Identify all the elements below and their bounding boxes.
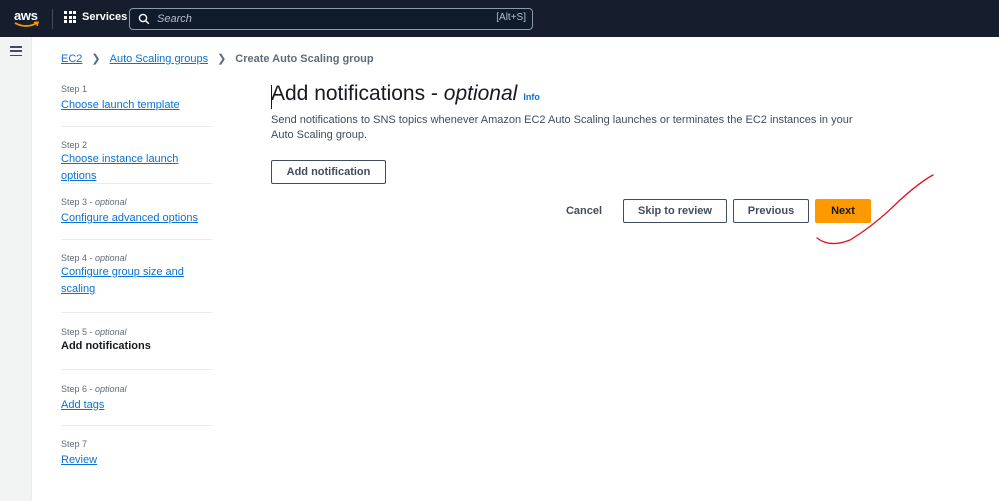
wizard-steps: Step 1 Choose launch template Step 2 Cho… — [61, 84, 212, 469]
services-label: Services — [82, 11, 128, 23]
step-7: Step 7 Review — [61, 426, 212, 469]
cancel-button[interactable]: Cancel — [557, 199, 611, 223]
search-box[interactable]: [Alt+S] — [129, 8, 533, 30]
step-label: Step 3 - optional — [61, 197, 127, 207]
search-shortcut-hint: [Alt+S] — [496, 12, 526, 23]
step-current-add-notifications: Add notifications — [61, 340, 151, 352]
step-2: Step 2 Choose instance launch options — [61, 127, 212, 184]
breadcrumb-auto-scaling-groups[interactable]: Auto Scaling groups — [110, 53, 208, 65]
skip-to-review-button[interactable]: Skip to review — [623, 199, 727, 223]
page-description: Send notifications to SNS topics wheneve… — [271, 114, 853, 141]
step-label: Step 6 - optional — [61, 384, 127, 394]
step-link-choose-launch-template[interactable]: Choose launch template — [61, 97, 180, 114]
step-label: Step 1 — [61, 84, 88, 94]
step-4: Step 4 - optional Configure group size a… — [61, 240, 212, 313]
chevron-right-icon: ❯ — [217, 53, 227, 65]
nav-divider — [52, 9, 53, 29]
aws-logo[interactable]: aws — [14, 7, 40, 29]
step-label: Step 7 — [61, 439, 88, 449]
services-menu-button[interactable]: Services — [64, 11, 127, 23]
menu-icon[interactable] — [10, 46, 22, 56]
step-5-current: Step 5 - optional Add notifications — [61, 313, 212, 370]
side-rail — [0, 37, 32, 501]
page-title: Add notifications - optional — [271, 82, 518, 105]
step-label: Step 2 — [61, 140, 88, 150]
step-label: Step 5 - optional — [61, 327, 127, 337]
step-link-review[interactable]: Review — [61, 452, 97, 469]
breadcrumb-current: Create Auto Scaling group — [235, 52, 374, 65]
grid-icon — [64, 11, 76, 23]
search-input[interactable] — [157, 11, 457, 27]
chevron-right-icon: ❯ — [91, 53, 101, 65]
step-3: Step 3 - optional Configure advanced opt… — [61, 184, 212, 240]
breadcrumb: EC2 ❯ Auto Scaling groups ❯ Create Auto … — [61, 52, 374, 66]
step-1: Step 1 Choose launch template — [61, 84, 212, 127]
search-icon — [138, 13, 150, 25]
step-link-add-tags[interactable]: Add tags — [61, 397, 104, 414]
step-link-configure-group-size[interactable]: Configure group size and scaling — [61, 264, 186, 298]
page-header: Add notifications - optional Info — [271, 82, 540, 106]
previous-button[interactable]: Previous — [733, 199, 809, 223]
next-button[interactable]: Next — [815, 199, 871, 223]
step-label: Step 4 - optional — [61, 253, 127, 263]
breadcrumb-ec2[interactable]: EC2 — [61, 53, 82, 65]
step-6: Step 6 - optional Add tags — [61, 370, 212, 426]
aws-smile-icon — [14, 21, 39, 27]
top-navigation: aws Services [Alt+S] — [0, 0, 999, 37]
step-link-configure-advanced-options[interactable]: Configure advanced options — [61, 210, 198, 227]
info-link[interactable]: Info — [523, 92, 540, 102]
add-notification-button[interactable]: Add notification — [271, 160, 386, 184]
step-link-choose-instance-launch-options[interactable]: Choose instance launch options — [61, 151, 212, 185]
